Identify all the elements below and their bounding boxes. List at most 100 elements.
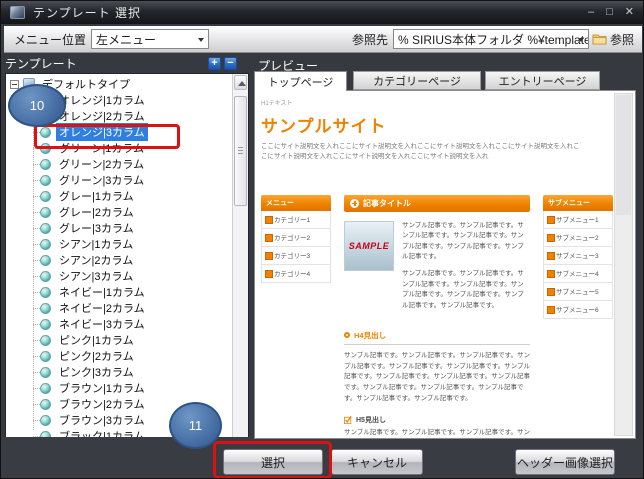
menu-position-select[interactable]: 左メニュー xyxy=(91,29,209,49)
reference-path-value: % SIRIUS本体フォルダ %¥template xyxy=(398,31,589,48)
tree-item[interactable]: シアン|1カラム xyxy=(6,236,231,252)
app-icon xyxy=(10,6,25,19)
tree-item[interactable]: ネイビー|3カラム xyxy=(6,316,231,332)
annotation-step-badge-11: 11 xyxy=(169,402,222,449)
reference-path-select[interactable]: % SIRIUS本体フォルダ %¥template xyxy=(393,29,589,49)
template-icon xyxy=(40,191,51,202)
preview-scrollbar[interactable] xyxy=(614,93,633,436)
menu-list: カテゴリー1カテゴリー2カテゴリー3カテゴリー4 xyxy=(261,211,331,283)
preview-nav-item: カテゴリー2 xyxy=(261,229,331,247)
preview-nav-item: サブメニュー2 xyxy=(543,229,613,247)
preview-page: H1テキスト サンプルサイト ここにサイト説明文を入れここにサイト説明文を入れこ… xyxy=(261,98,613,439)
scrollbar-thumb[interactable] xyxy=(616,95,631,215)
preview-nav-item: サブメニュー6 xyxy=(543,301,613,319)
tab-category-page[interactable]: カテゴリーページ xyxy=(353,71,481,90)
h1-placeholder-label: H1テキスト xyxy=(261,98,613,107)
tree-item[interactable]: グレー|3カラム xyxy=(6,220,231,236)
checkbox-icon xyxy=(344,416,352,424)
scrollbar-thumb[interactable] xyxy=(234,96,247,206)
article-paragraph: サンプル記事です。サンプル記事です。サンプル記事です。サンプル記事です。サンプル… xyxy=(344,351,530,405)
template-icon xyxy=(40,303,51,314)
menu-position-value: 左メニュー xyxy=(96,31,156,48)
browse-button[interactable]: 参照 xyxy=(589,28,637,50)
menu-position-label: メニュー位置 xyxy=(14,31,86,48)
tree-item[interactable]: ピンク|1カラム xyxy=(6,332,231,348)
template-icon xyxy=(40,207,51,218)
tree-scrollbar[interactable] xyxy=(232,74,248,437)
tree-item[interactable]: ネイビー|1カラム xyxy=(6,284,231,300)
collapse-node-icon[interactable] xyxy=(10,80,19,89)
expand-all-button[interactable]: + xyxy=(208,57,221,70)
template-icon xyxy=(40,399,51,410)
tree-item[interactable]: ピンク|3カラム xyxy=(6,364,231,380)
h4-heading: H4見出し xyxy=(344,330,530,345)
template-icon xyxy=(40,319,51,330)
minimize-button[interactable]: – xyxy=(588,1,594,24)
submenu-column-header: サブメニュー xyxy=(543,195,613,211)
tree-item[interactable]: シアン|3カラム xyxy=(6,268,231,284)
tree-item[interactable]: グリーン|2カラム xyxy=(6,156,231,172)
tree-item[interactable]: ピンク|2カラム xyxy=(6,348,231,364)
h5-heading-label: H5見出し xyxy=(356,415,386,425)
template-icon xyxy=(40,367,51,378)
article-title-bar: 記事タイトル xyxy=(344,195,530,212)
submenu-list: サブメニュー1サブメニュー2サブメニュー3サブメニュー4サブメニュー5サブメニュ… xyxy=(543,211,613,319)
sample-site-description: ここにサイト説明文を入れここにサイト説明文を入れここにサイト説明文を入れここにサ… xyxy=(261,142,581,163)
template-icon xyxy=(40,239,51,250)
template-panel-title: テンプレート xyxy=(5,55,77,72)
template-icon xyxy=(40,255,51,266)
template-icon xyxy=(40,415,51,426)
template-icon xyxy=(40,335,51,346)
tab-top-page[interactable]: トップページ xyxy=(254,71,347,91)
collapse-all-button[interactable]: − xyxy=(224,57,237,70)
preview-submenu-column: サブメニュー サブメニュー1サブメニュー2サブメニュー3サブメニュー4サブメニュ… xyxy=(543,195,613,439)
tree-item[interactable]: グレー|1カラム xyxy=(6,188,231,204)
tree-item[interactable]: グレー|2カラム xyxy=(6,204,231,220)
folder-icon xyxy=(592,33,607,45)
template-icon xyxy=(40,175,51,186)
template-panel-header: テンプレート + − xyxy=(5,55,251,72)
tree-item[interactable]: ブラウン|1カラム xyxy=(6,380,231,396)
article-paragraph: サンプル記事です。サンプル記事です。サンプル記事です。サンプル記事です。サンプル… xyxy=(402,221,530,263)
template-icon xyxy=(40,159,51,170)
header-image-select-button[interactable]: ヘッダー画像選択 xyxy=(515,449,615,475)
toolbar: メニュー位置 左メニュー 参照先 % SIRIUS本体フォルダ %¥templa… xyxy=(4,26,642,53)
title-bar[interactable]: テンプレート 選択 – □ ✕ xyxy=(1,1,643,24)
select-button[interactable]: 選択 xyxy=(223,449,323,475)
preview-nav-item: サブメニュー5 xyxy=(543,283,613,301)
preview-menu-column: メニュー カテゴリー1カテゴリー2カテゴリー3カテゴリー4 xyxy=(261,195,331,439)
article-title: 記事タイトル xyxy=(363,198,411,209)
browse-button-label: 参照 xyxy=(610,31,634,48)
template-icon xyxy=(40,287,51,298)
template-icon xyxy=(40,143,51,154)
template-icon xyxy=(40,271,51,282)
tree-item[interactable]: ネイビー|2カラム xyxy=(6,300,231,316)
template-icon xyxy=(40,223,51,234)
ring-icon xyxy=(344,332,350,338)
close-button[interactable]: ✕ xyxy=(625,1,634,24)
cancel-button[interactable]: キャンセル xyxy=(331,449,423,475)
preview-nav-item: カテゴリー1 xyxy=(261,211,331,229)
article-paragraph: サンプル記事です。サンプル記事です。サンプル記事です。サンプル記事です。サンプル… xyxy=(344,428,530,440)
chevron-down-icon xyxy=(198,38,204,42)
tree-item[interactable]: グリーン|1カラム xyxy=(6,140,231,156)
maximize-button[interactable]: □ xyxy=(606,1,613,24)
h4-heading-label: H4見出し xyxy=(354,330,386,341)
article-paragraph: サンプル記事です。サンプル記事です。サンプル記事です。サンプル記事です。サンプル… xyxy=(402,269,530,311)
template-icon xyxy=(40,127,51,138)
menu-column-header: メニュー xyxy=(261,195,331,211)
tab-entry-page[interactable]: エントリーページ xyxy=(485,71,600,90)
chevron-down-icon xyxy=(578,38,584,42)
preview-area: H1テキスト サンプルサイト ここにサイト説明文を入れここにサイト説明文を入れこ… xyxy=(254,90,636,439)
h5-heading: H5見出し xyxy=(344,415,530,425)
tree-item[interactable]: グリーン|3カラム xyxy=(6,172,231,188)
preview-nav-item: サブメニュー3 xyxy=(543,247,613,265)
template-tree-items: デフォルトタイプ オレンジ|1カラムオレンジ|2カラムオレンジ|3カラムグリーン… xyxy=(6,76,231,438)
scroll-up-button[interactable] xyxy=(234,75,247,90)
tree-item[interactable]: シアン|2カラム xyxy=(6,252,231,268)
template-icon xyxy=(40,351,51,362)
preview-nav-item: サブメニュー4 xyxy=(543,265,613,283)
reference-label: 参照先 xyxy=(352,31,388,48)
preview-nav-item: カテゴリー4 xyxy=(261,265,331,283)
preview-nav-item: カテゴリー3 xyxy=(261,247,331,265)
